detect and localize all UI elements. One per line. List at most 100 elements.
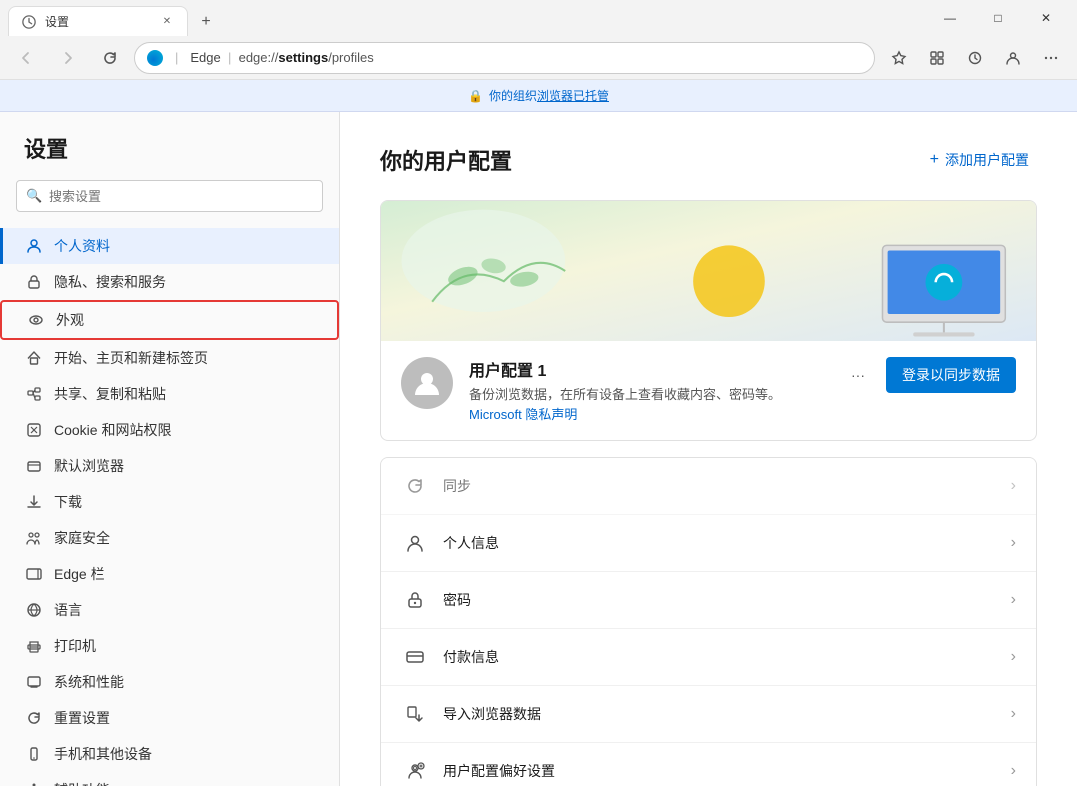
sidebar-label-default: 默认浏览器: [54, 456, 124, 476]
back-button[interactable]: [8, 40, 44, 76]
settings-more-icon[interactable]: [1033, 40, 1069, 76]
sidebar-label-system: 系统和性能: [54, 672, 124, 692]
browser-icon: [24, 456, 44, 476]
menu-label-sync: 同步: [443, 476, 1011, 496]
address-protocol: edge://: [239, 50, 279, 65]
profile-card: 用户配置 1 备份浏览数据，在所有设备上查看收藏内容、密码等。 Microsof…: [380, 200, 1037, 441]
active-tab[interactable]: 设置 ✕: [8, 6, 188, 36]
address-path: /profiles: [328, 50, 374, 65]
share-icon: [24, 384, 44, 404]
privacy-link[interactable]: Microsoft 隐私声明: [469, 407, 577, 422]
accessibility-icon: [24, 780, 44, 786]
payment-icon: [401, 643, 429, 671]
chevron-right-icon: ›: [1011, 762, 1016, 780]
address-domain: settings: [278, 50, 328, 65]
sidebar: 设置 🔍 个人资料 隐私、搜索和服务: [0, 112, 340, 786]
maximize-button[interactable]: □: [975, 2, 1021, 34]
reset-icon: [24, 708, 44, 728]
sync-button[interactable]: 登录以同步数据: [886, 357, 1016, 393]
sidebar-item-profile[interactable]: 个人资料: [0, 228, 339, 264]
chevron-right-icon: ›: [1011, 705, 1016, 723]
sidebar-item-cookies[interactable]: Cookie 和网站权限: [0, 412, 339, 448]
add-profile-label: 添加用户配置: [945, 150, 1029, 170]
menu-item-sync[interactable]: 同步 ›: [381, 458, 1036, 515]
sidebar-label-cookies: Cookie 和网站权限: [54, 420, 171, 440]
toolbar-actions: [881, 40, 1069, 76]
home-icon: [24, 348, 44, 368]
search-icon: 🔍: [26, 188, 42, 204]
sidebar-label-family: 家庭安全: [54, 528, 110, 548]
plus-icon: +: [930, 151, 939, 169]
info-bar-text: 你的组织浏览器已托管: [489, 87, 609, 104]
info-bar-link[interactable]: 浏览器已托管: [537, 89, 609, 103]
sidebar-item-appearance[interactable]: 外观: [0, 300, 339, 340]
page-header: 你的用户配置 + 添加用户配置: [380, 144, 1037, 176]
printer-icon: [24, 636, 44, 656]
chevron-right-icon: ›: [1011, 591, 1016, 609]
sidebar-item-printer[interactable]: 打印机: [0, 628, 339, 664]
collections-icon[interactable]: [919, 40, 955, 76]
profile-info: 用户配置 1 备份浏览数据，在所有设备上查看收藏内容、密码等。 Microsof…: [469, 357, 826, 424]
history-icon[interactable]: [957, 40, 993, 76]
browser-window: 设置 ✕ + — □ ✕ | Edge | edge://setti: [0, 0, 1077, 786]
menu-item-password[interactable]: 密码 ›: [381, 572, 1036, 629]
favorites-icon[interactable]: [881, 40, 917, 76]
language-icon: [24, 600, 44, 620]
profile-name: 用户配置 1: [469, 357, 826, 381]
profile-actions: ··· 登录以同步数据: [842, 357, 1016, 393]
forward-button[interactable]: [50, 40, 86, 76]
sidebar-item-reset[interactable]: 重置设置: [0, 700, 339, 736]
profile-card-body: 用户配置 1 备份浏览数据，在所有设备上查看收藏内容、密码等。 Microsof…: [381, 341, 1036, 440]
menu-item-user-pref[interactable]: 用户配置偏好设置 ›: [381, 743, 1036, 786]
password-icon: [401, 586, 429, 614]
add-profile-button[interactable]: + 添加用户配置: [922, 144, 1037, 176]
sidebar-label-mobile: 手机和其他设备: [54, 744, 152, 764]
family-icon: [24, 528, 44, 548]
sidebar-item-share[interactable]: 共享、复制和粘贴: [0, 376, 339, 412]
sidebar-item-mobile[interactable]: 手机和其他设备: [0, 736, 339, 772]
sidebar-item-system[interactable]: 系统和性能: [0, 664, 339, 700]
cookie-icon: [24, 420, 44, 440]
sync-icon: [401, 472, 429, 500]
menu-label-import: 导入浏览器数据: [443, 704, 1011, 724]
profile-icon[interactable]: [995, 40, 1031, 76]
sidebar-item-privacy[interactable]: 隐私、搜索和服务: [0, 264, 339, 300]
page-title: 你的用户配置: [380, 144, 512, 176]
window-controls: — □ ✕: [927, 2, 1069, 34]
user-pref-icon: [401, 757, 429, 785]
tab-close-button[interactable]: ✕: [159, 14, 175, 30]
refresh-button[interactable]: [92, 40, 128, 76]
minimize-button[interactable]: —: [927, 2, 973, 34]
sidebar-item-edge-bar[interactable]: Edge 栏: [0, 556, 339, 592]
sidebar-item-downloads[interactable]: 下载: [0, 484, 339, 520]
title-bar: 设置 ✕ + — □ ✕: [0, 0, 1077, 36]
sidebar-item-language[interactable]: 语言: [0, 592, 339, 628]
sidebar-item-start[interactable]: 开始、主页和新建标签页: [0, 340, 339, 376]
new-tab-button[interactable]: +: [192, 8, 220, 36]
more-options-button[interactable]: ···: [842, 359, 874, 391]
main-content: 设置 🔍 个人资料 隐私、搜索和服务: [0, 112, 1077, 786]
page-content: 你的用户配置 + 添加用户配置: [340, 112, 1077, 786]
address-brand: Edge: [190, 50, 220, 65]
search-input[interactable]: [16, 180, 323, 212]
sidebar-item-default[interactable]: 默认浏览器: [0, 448, 339, 484]
sidebar-label-accessibility: 辅助功能: [54, 780, 110, 786]
sidebar-label-start: 开始、主页和新建标签页: [54, 348, 208, 368]
sidebar-item-family[interactable]: 家庭安全: [0, 520, 339, 556]
menu-item-payment[interactable]: 付款信息 ›: [381, 629, 1036, 686]
sidebar-title: 设置: [0, 132, 339, 180]
sidebar-label-language: 语言: [54, 600, 82, 620]
menu-item-personal-info[interactable]: 个人信息 ›: [381, 515, 1036, 572]
close-button[interactable]: ✕: [1023, 2, 1069, 34]
avatar: [401, 357, 453, 409]
sidebar-item-accessibility[interactable]: 辅助功能: [0, 772, 339, 786]
info-bar: 🔒 你的组织浏览器已托管: [0, 80, 1077, 112]
info-bar-icon: 🔒: [468, 89, 483, 103]
menu-list: 同步 › 个人信息 › 密码 ›: [380, 457, 1037, 786]
chevron-right-icon: ›: [1011, 477, 1016, 495]
eye-icon: [26, 310, 46, 330]
sidebar-label-profile: 个人资料: [54, 236, 110, 256]
address-text: Edge | edge://settings/profiles: [190, 50, 862, 65]
menu-item-import[interactable]: 导入浏览器数据 ›: [381, 686, 1036, 743]
address-bar[interactable]: | Edge | edge://settings/profiles: [134, 42, 875, 74]
